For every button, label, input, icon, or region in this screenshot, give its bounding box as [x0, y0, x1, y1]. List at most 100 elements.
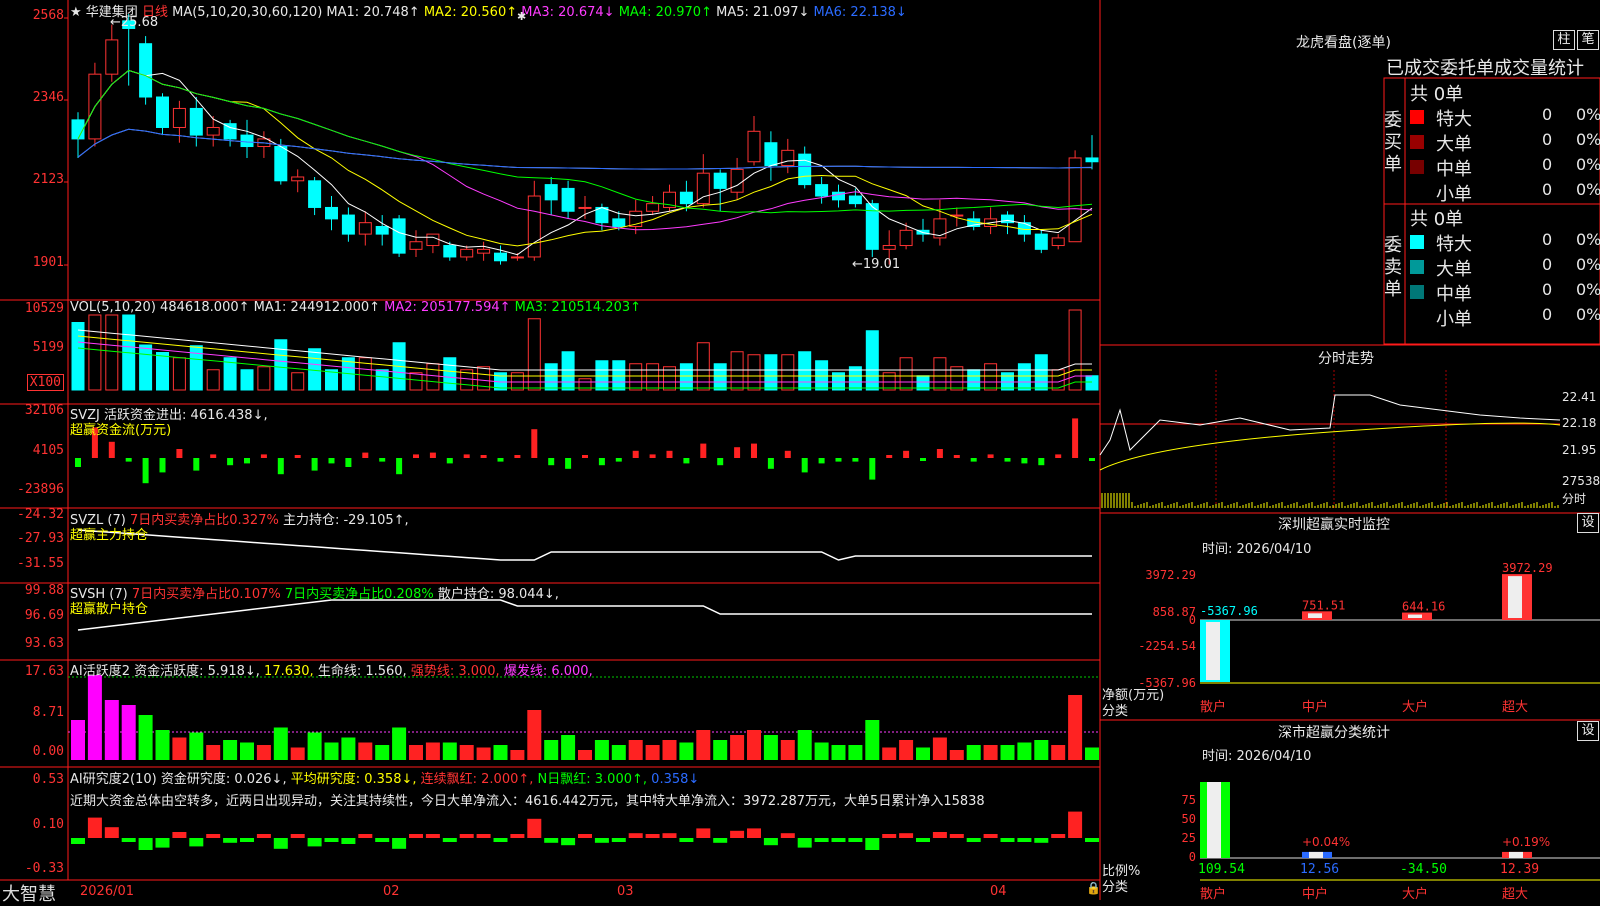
- volume-bar: [747, 354, 761, 391]
- volume-bar: [612, 360, 626, 391]
- sz-class-time: 时间: 2026/04/10: [1202, 749, 1312, 764]
- candle-body: [527, 195, 541, 258]
- ai2-bar: [138, 838, 153, 850]
- volume-bar: [105, 314, 119, 391]
- ai2-bar: [290, 834, 305, 838]
- ai2-bar: [713, 838, 728, 843]
- volume-bar: [629, 363, 643, 391]
- volume-bar: [291, 372, 305, 391]
- ai2-bar: [544, 838, 559, 843]
- candle-body: [375, 225, 389, 235]
- svzj-bar: [970, 458, 977, 462]
- svzj-bar: [683, 458, 690, 464]
- volume-bar: [984, 363, 998, 391]
- fenshi-price-line: [1099, 394, 1561, 456]
- ai2-bar: [409, 834, 423, 838]
- volume-bar: [527, 318, 541, 391]
- ma3-value: MA3: 20.674↓: [521, 5, 615, 20]
- volume-bar: [967, 369, 981, 391]
- ai1-bar: [104, 700, 119, 760]
- sz-monitor-settings-button[interactable]: 设: [1577, 513, 1599, 533]
- candle-body: [899, 229, 913, 247]
- candle-body: [426, 233, 440, 247]
- svzj-axis-1: 4105: [32, 443, 64, 458]
- ai2-group: [71, 811, 1099, 850]
- ai2-bar: [730, 830, 745, 838]
- dragon-row-count: 0: [1542, 130, 1553, 149]
- vol-axis-1: 5199: [32, 340, 64, 355]
- svzj-bar: [953, 455, 960, 458]
- ai2-axis-2: -0.33: [24, 861, 64, 876]
- svzj-bar: [159, 458, 166, 473]
- svzl-line: [77, 529, 1092, 561]
- ai1-bar: [273, 727, 288, 760]
- ai1-bar: [797, 730, 812, 760]
- ai2-bar: [899, 833, 914, 838]
- ai1-axis-1: 8.71: [32, 705, 64, 720]
- svzj-bar: [480, 455, 487, 458]
- svsh-sub: 超赢散户持仓: [70, 602, 149, 617]
- vol-unit-button[interactable]: X100: [26, 374, 64, 391]
- dragon-row-count: 0: [1542, 230, 1553, 249]
- ai2-bar: [392, 838, 407, 849]
- ai1-t2: 17.630,: [264, 664, 314, 679]
- candle-body: [798, 153, 812, 186]
- ai1-label[interactable]: AI活跃度2: [70, 664, 130, 679]
- dragon-swatch: [1410, 310, 1424, 324]
- candle-body: [460, 248, 474, 258]
- candle-body: [240, 134, 254, 148]
- volume-bar: [832, 372, 845, 391]
- ai1-bar: [679, 742, 694, 760]
- svzj-bar: [531, 429, 538, 458]
- ai1-t4: 强势线: 3.000,: [410, 664, 500, 679]
- vol-axis-0: 10529: [24, 301, 64, 316]
- event-marker-icon[interactable]: ✱: [517, 10, 526, 23]
- ai2-bar: [341, 838, 356, 844]
- price-axis-1: 2346: [32, 90, 64, 105]
- tick-mode-button[interactable]: 笔: [1577, 30, 1599, 50]
- volume-bar: [696, 342, 710, 391]
- volume-bar: [375, 369, 389, 391]
- svzj-bar: [429, 452, 436, 458]
- sz-class-value: -34.50: [1400, 862, 1447, 877]
- svzj-bar: [869, 458, 876, 480]
- svzj-bar: [649, 454, 656, 458]
- sz-class-cat: 大户: [1402, 886, 1428, 900]
- ai1-bar: [578, 750, 592, 760]
- dragon-row-name: 中单: [1436, 284, 1472, 305]
- column-mode-button[interactable]: 柱: [1553, 30, 1575, 50]
- brand-logo[interactable]: 大智慧: [2, 880, 56, 906]
- ai1-bar: [290, 747, 305, 760]
- ai1-bar: [747, 730, 761, 760]
- ai2-label[interactable]: AI研究度2(10): [70, 772, 157, 787]
- candle-body: [71, 119, 85, 140]
- ai1-bar: [763, 735, 778, 760]
- svzj-bar: [244, 458, 250, 464]
- sz-monitor-value: 751.51: [1302, 598, 1345, 612]
- ai2-bar: [594, 838, 609, 843]
- price-header: ★ 华建集团 日线 MA(5,10,20,30,60,120) MA1: 20.…: [70, 1, 907, 20]
- ai2-bar: [71, 838, 85, 844]
- ai2-bar: [1034, 838, 1049, 843]
- ai2-description: 近期大资金总体由空转多，近两日出现异动，关注其持续性，今日大单净流入：4616.…: [70, 794, 985, 809]
- ai1-axis-0: 17.63: [24, 664, 64, 679]
- dragon-row-pct: 0%: [1576, 155, 1600, 174]
- svzj-bar: [835, 458, 842, 462]
- price-axis-0: 2568: [32, 8, 64, 23]
- ai2-bar: [375, 838, 390, 842]
- volume-bar: [172, 357, 186, 391]
- ai1-bar: [831, 745, 846, 760]
- ai2-bar: [848, 838, 863, 842]
- ai1-bar: [442, 742, 457, 760]
- svzj-bar: [1089, 458, 1095, 461]
- ai1-bar: [87, 675, 102, 760]
- candle-body: [308, 180, 322, 208]
- sz-class-cat: 超大: [1502, 887, 1528, 900]
- svsh-line: [77, 599, 1092, 631]
- ai1-bar: [662, 740, 677, 760]
- vol-label[interactable]: VOL(5,10,20): [70, 300, 156, 315]
- svsh-t3: 散户持仓: 98.044↓,: [437, 587, 559, 602]
- sz-class-settings-button[interactable]: 设: [1577, 721, 1599, 741]
- lock-icon[interactable]: 🔒: [1086, 881, 1101, 895]
- sz-class-cat: 中户: [1302, 886, 1328, 900]
